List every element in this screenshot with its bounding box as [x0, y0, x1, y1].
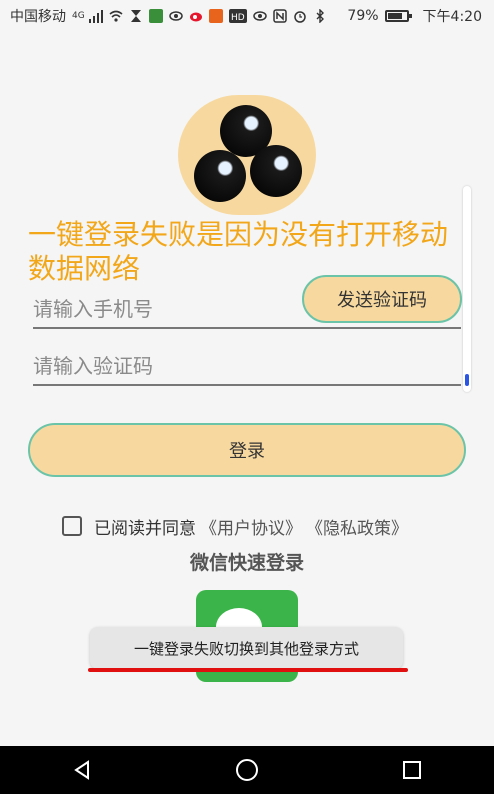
privacy-policy-link[interactable]: 《隐私政策》 — [306, 514, 408, 539]
toast-message: 一键登录失败切换到其他登录方式 — [90, 627, 403, 669]
app-icon — [148, 9, 163, 23]
highlight-underline — [88, 668, 408, 672]
login-button[interactable]: 登录 — [28, 423, 466, 477]
app-logo — [178, 95, 316, 215]
scrollbar[interactable] — [463, 186, 471, 392]
bluetooth-icon — [316, 9, 324, 23]
battery-icon — [384, 10, 412, 22]
carrier-name: 中国移动 — [10, 9, 66, 25]
back-button[interactable] — [62, 750, 102, 790]
status-right: 79% 下午4:20 — [347, 0, 482, 32]
weibo-icon — [189, 12, 202, 22]
wifi-icon — [109, 10, 123, 22]
notification-icon — [208, 9, 223, 23]
agreement-text: 已阅读并同意 — [94, 518, 196, 539]
svg-text:HD: HD — [231, 13, 245, 23]
logo-ball-right — [250, 145, 302, 197]
status-icons: HD — [88, 9, 327, 23]
code-input-row — [33, 350, 461, 386]
logo-ball-left — [194, 150, 246, 202]
hourglass-icon — [130, 10, 141, 22]
verification-code-input[interactable] — [33, 350, 461, 382]
eye-comfort-icon — [252, 11, 267, 21]
recents-square-icon — [402, 761, 421, 779]
scrollbar-thumb[interactable] — [465, 374, 469, 386]
home-button[interactable] — [227, 750, 267, 790]
agreement-checkbox[interactable] — [62, 516, 82, 536]
battery-percent: 79% — [347, 8, 379, 24]
wechat-login-title: 微信快速登录 — [189, 552, 304, 574]
eye-icon — [168, 11, 183, 21]
home-circle-icon — [235, 759, 258, 781]
alarm-icon — [293, 11, 306, 23]
navigation-bar — [0, 746, 494, 794]
network-type: 4G — [72, 11, 85, 21]
status-bar: 中国移动 4G HD 79% 下午4:20 — [0, 0, 494, 32]
battery-fill — [387, 13, 402, 19]
clock: 下午4:20 — [422, 9, 482, 25]
user-agreement-link[interactable]: 《用户协议》 — [200, 514, 302, 539]
nfc-icon — [272, 9, 287, 23]
hd-icon: HD — [228, 9, 247, 23]
recents-button[interactable] — [392, 750, 432, 790]
agreement-row: 已阅读并同意 《用户协议》 《隐私政策》 — [62, 512, 408, 540]
back-triangle-icon — [74, 760, 90, 780]
signal-icon — [88, 10, 103, 23]
send-code-button[interactable]: 发送验证码 — [302, 275, 462, 323]
